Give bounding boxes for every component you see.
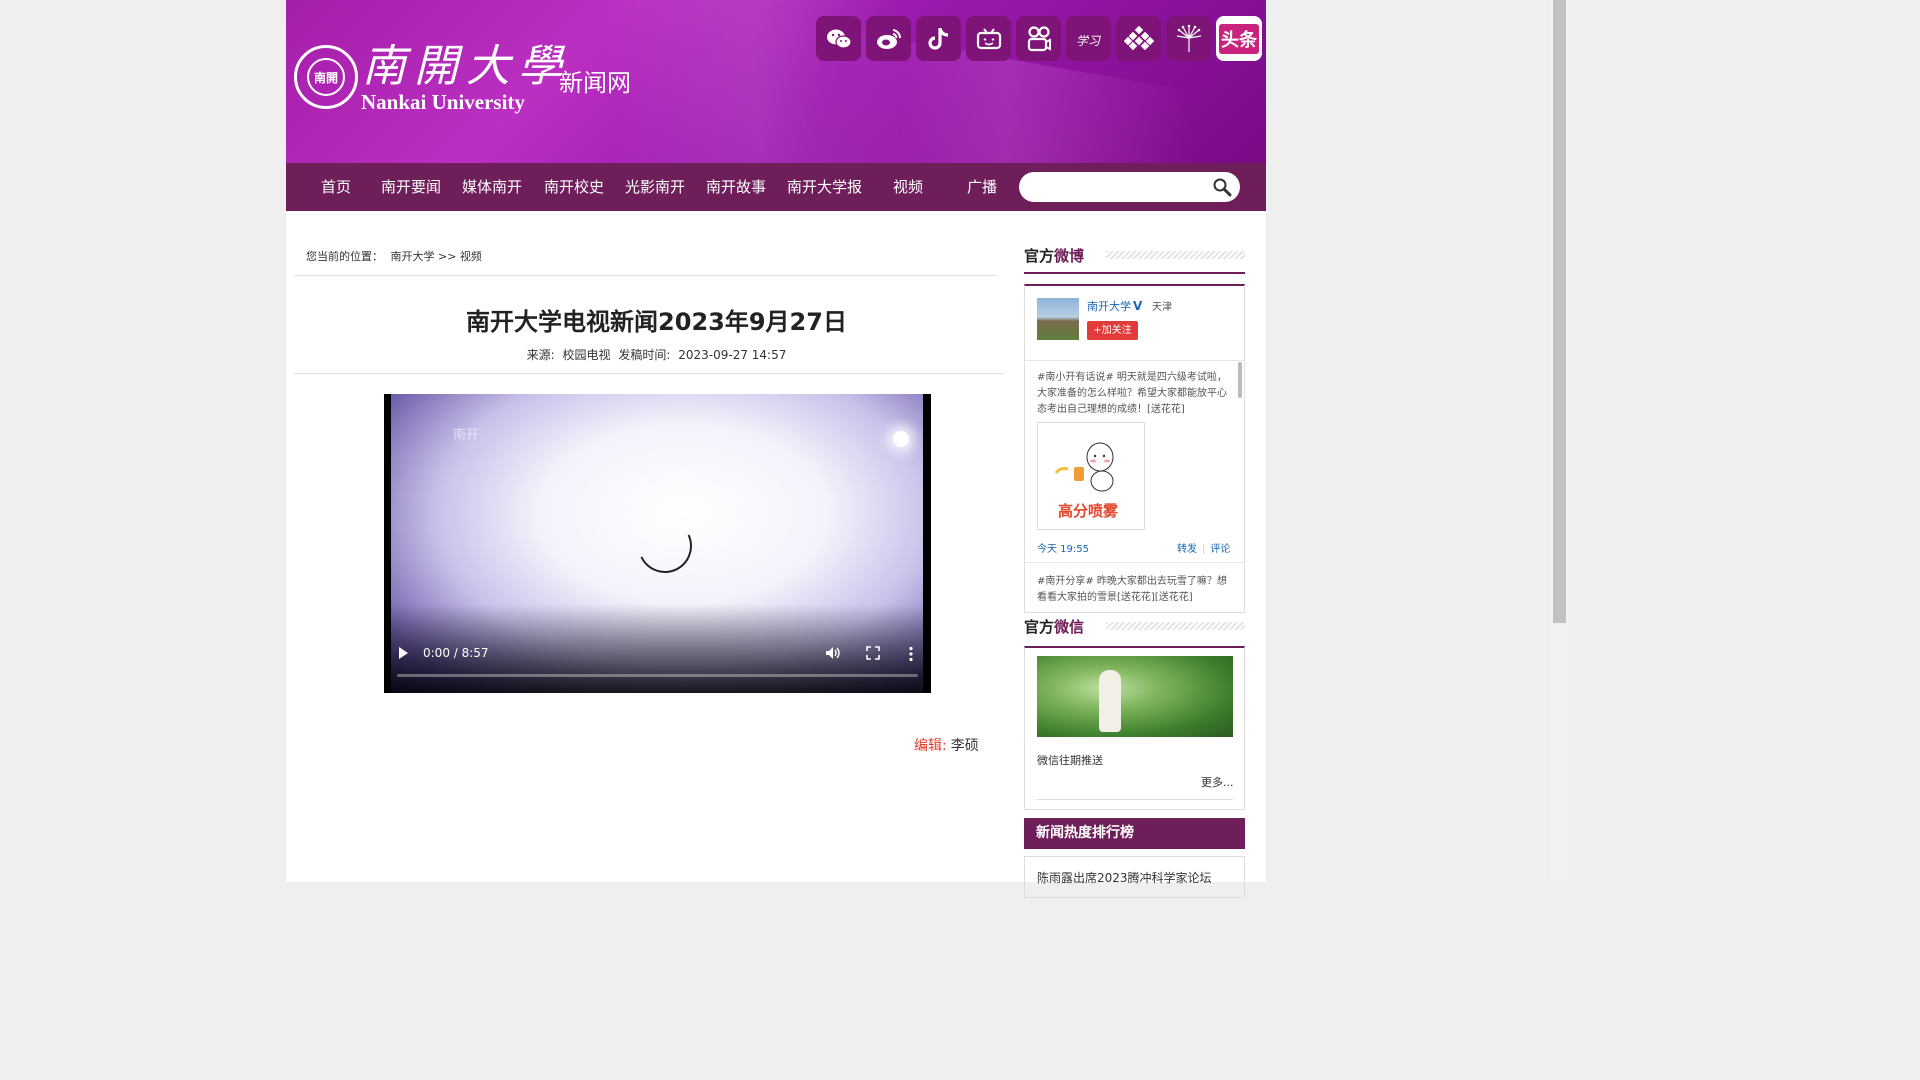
wechat-heading-a: 官方: [1024, 618, 1055, 636]
university-seal-logo[interactable]: 南開: [294, 45, 358, 109]
douyin-icon[interactable]: [916, 16, 961, 61]
wechat-section-heading: 官方微信: [1024, 616, 1245, 637]
weibo-post-time[interactable]: 今天 19:55: [1037, 540, 1089, 555]
logo-chinese-name: 南開大學: [362, 41, 570, 92]
pattern-icon[interactable]: [1116, 16, 1161, 61]
social-icons: 学习 头条: [816, 16, 1266, 61]
weibo-account[interactable]: 南开大学 V: [1087, 298, 1142, 314]
fullscreen-icon[interactable]: [866, 646, 880, 660]
weibo-heading-b: 微博: [1054, 247, 1085, 265]
kuaishou-icon[interactable]: [1016, 16, 1061, 61]
weibo-avatar[interactable]: [1037, 298, 1079, 340]
weibo-account-name: 南开大学: [1087, 300, 1131, 313]
weibo-post-actions: 转发 | 评论: [1177, 544, 1231, 555]
wechat-more-link[interactable]: 更多...: [1201, 774, 1234, 790]
weibo-icon[interactable]: [866, 16, 911, 61]
breadcrumb-path[interactable]: 南开大学 >> 视频: [391, 250, 482, 263]
weibo-image-caption: 高分喷雾: [1058, 502, 1119, 520]
nav-item-newspaper[interactable]: 南开大学报: [787, 163, 862, 211]
video-watermark: 南开: [453, 428, 480, 443]
heading-decoration: [1106, 251, 1245, 259]
xuexi-icon[interactable]: 学习: [1066, 16, 1111, 61]
divider: [1025, 562, 1244, 563]
weibo-post-image[interactable]: 高分喷雾: [1037, 422, 1145, 530]
main-nav: 首页 南开要闻 媒体南开 南开校史 光影南开 南开故事 南开大学报 视频 广播: [286, 163, 1266, 211]
scrollbar-thumb[interactable]: [1553, 0, 1566, 623]
dandelion-icon[interactable]: [1166, 16, 1211, 61]
wechat-widget: 微信往期推送 更多...: [1024, 646, 1245, 810]
heading-decoration: [1106, 622, 1245, 630]
nav-item-video[interactable]: 视频: [893, 163, 923, 211]
nav-item-stories[interactable]: 南开故事: [706, 163, 766, 211]
bilibili-icon[interactable]: [966, 16, 1011, 61]
breadcrumb: 您当前的位置： 南开大学 >> 视频: [306, 248, 486, 264]
article-editor: 编辑: 李硕: [914, 735, 979, 755]
divider: [294, 373, 1004, 374]
site-name: 新闻网: [559, 69, 631, 97]
volume-icon[interactable]: [825, 646, 841, 660]
weibo-post-text: #南小开有话说# 明天就是四六级考试啦，大家准备的怎么样啦？希望大家都能放平心态…: [1037, 372, 1227, 415]
divider: [294, 275, 997, 276]
divider: [1025, 360, 1244, 361]
logo-english-name: Nankai University: [361, 90, 525, 114]
site-header: 南開 南開大學 Nankai University 新闻网 学习 头条: [286, 0, 1266, 163]
toutiao-icon[interactable]: 头条: [1216, 16, 1262, 61]
video-progress-bar[interactable]: [397, 674, 918, 677]
source-label: 来源:: [526, 348, 555, 362]
time-value: 2023-09-27 14:57: [678, 348, 787, 362]
verified-icon: V: [1133, 299, 1143, 313]
weibo-post-text: #南开分享# 昨晚大家都出去玩雪了嘛？想看看大家拍的雪景[送花花][送花花]: [1037, 576, 1227, 603]
weibo-heading-a: 官方: [1024, 247, 1055, 265]
weibo-scrollbar[interactable]: [1238, 362, 1242, 398]
nav-item-radio[interactable]: 广播: [967, 163, 997, 211]
news-ranking-list: 陈雨露出席2023腾冲科学家论坛: [1024, 856, 1245, 898]
article-title: 南开大学电视新闻2023年9月27日: [466, 308, 847, 336]
search-box: [1019, 172, 1240, 202]
svg-text:学习: 学习: [1076, 34, 1101, 48]
editor-name: 李硕: [950, 738, 979, 754]
search-icon[interactable]: [1212, 177, 1232, 197]
weibo-widget: 南开大学 V 天津 +加关注 #南小开有话说# 明天就是四六级考试啦，大家准备的怎…: [1024, 284, 1245, 613]
more-options-icon[interactable]: [908, 646, 914, 662]
article-meta: 来源: 校园电视 发稿时间: 2023-09-27 14:57: [294, 346, 1019, 363]
loading-spinner-icon: [630, 511, 700, 581]
cartoon-illustration: [1054, 442, 1114, 492]
time-label: 发稿时间:: [618, 348, 671, 362]
repost-link[interactable]: 转发: [1177, 544, 1197, 555]
statue-shape: [1099, 670, 1121, 732]
nav-item-home[interactable]: 首页: [321, 163, 351, 211]
play-icon[interactable]: [399, 647, 408, 659]
comment-link[interactable]: 评论: [1210, 544, 1230, 555]
list-item[interactable]: 陈雨露出席2023腾冲科学家论坛: [1037, 869, 1212, 886]
nav-item-media[interactable]: 媒体南开: [462, 163, 522, 211]
toutiao-label: 头条: [1219, 23, 1259, 54]
divider: [1037, 799, 1233, 800]
source-value: 校园电视: [562, 348, 611, 362]
video-time: 0:00 / 8:57: [423, 646, 489, 660]
weibo-section-heading: 官方微博: [1024, 245, 1245, 266]
follow-button[interactable]: +加关注: [1087, 321, 1138, 340]
nav-item-history[interactable]: 南开校史: [544, 163, 604, 211]
editor-label: 编辑:: [914, 738, 947, 754]
weibo-location: 天津: [1152, 302, 1172, 313]
wechat-post-label[interactable]: 微信往期推送: [1037, 752, 1103, 768]
video-light-spot: [893, 431, 909, 447]
wechat-icon[interactable]: [816, 16, 861, 61]
page: 南開 南開大學 Nankai University 新闻网 学习 头条 首页 南…: [286, 0, 1266, 898]
wechat-heading-b: 微信: [1054, 618, 1085, 636]
search-input[interactable]: [1031, 177, 1210, 199]
news-ranking-heading: 新闻热度排行榜: [1024, 818, 1245, 849]
breadcrumb-label: 您当前的位置：: [306, 250, 383, 263]
nav-item-news[interactable]: 南开要闻: [381, 163, 441, 211]
video-player[interactable]: 南开 0:00 / 8:57: [384, 394, 931, 693]
logo-seal-text: 南開: [307, 58, 345, 96]
heading-underline: [1024, 272, 1245, 274]
nav-item-photos[interactable]: 光影南开: [625, 163, 685, 211]
wechat-post-image[interactable]: [1037, 656, 1233, 737]
page-scrollbar[interactable]: [1551, 0, 1568, 882]
